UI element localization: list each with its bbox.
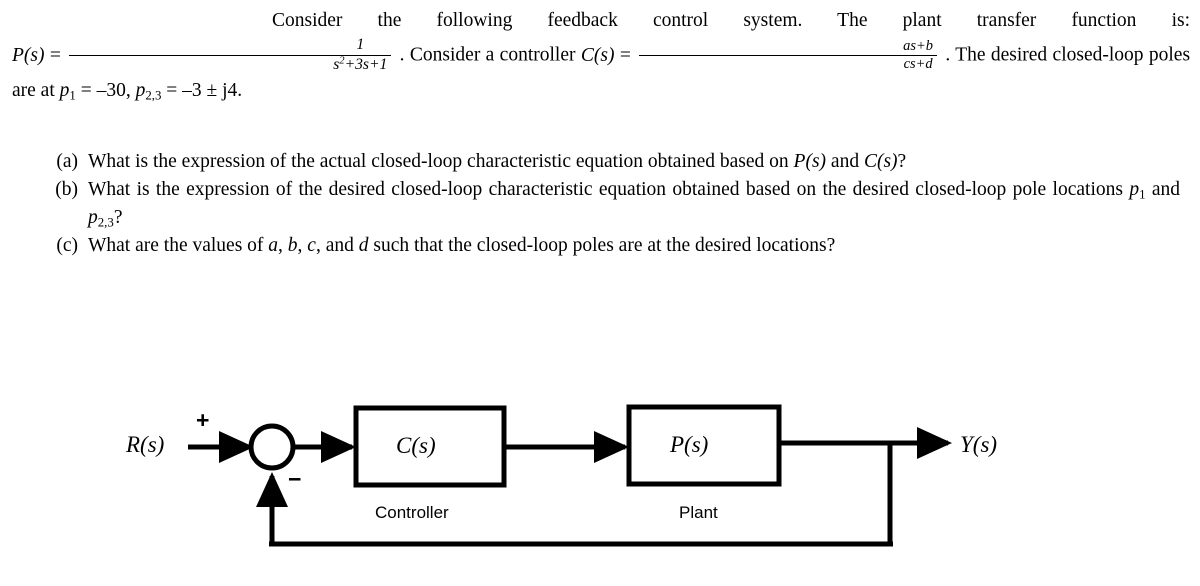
question-a-symbol-plant: P(s) [793,151,827,172]
question-b-label: (b) [55,179,78,200]
plant-transfer-function: P(s) = 1 s2+3s+1 [12,36,400,73]
summing-plus-sign: + [196,407,210,433]
question-c-var-b: b [287,235,298,256]
question-item-b: (b) What is the expression of the desire… [50,176,1180,232]
question-c-text-after: such that the closed-loop poles are at t… [368,235,836,256]
pole-23-subscript: 2,3 [145,88,162,103]
pole-23-assignment: p2,3 = –3 ± j4. [135,79,243,103]
block-diagram-svg [188,404,953,547]
question-b-text-after: ? [113,207,123,228]
question-a-label: (a) [56,151,78,172]
question-c-text-conj: , and [315,235,359,256]
question-b-body: What is the expression of the desired cl… [88,176,1180,232]
statement-intro: Consider the following feedback control … [272,10,1190,31]
controller-numerator: as+b [639,38,937,57]
output-label: Y(s) [960,432,998,457]
input-label: R(s) [126,432,165,457]
controller-denominator: cs+d [903,56,933,73]
pole-23-symbol: p [135,79,146,101]
pole-1-subscript: 1 [69,88,76,103]
plant-numerator: 1 [69,36,392,56]
question-b-symbol-p1: p [1129,179,1140,200]
question-c-text-before: What are the values of [88,235,269,256]
question-b-text-mid: and [1145,179,1181,200]
period-after-plant: . [399,44,405,66]
plant-denominator: s2+3s+1 [69,56,391,74]
question-c-sep-1: , [278,235,288,256]
period-after-controller: . [945,44,951,66]
question-a-text-mid: and [826,151,864,172]
block-diagram: R(s) + − C(s) Controller P(s) Plant Y(s) [0,380,1200,581]
question-a-text-after: ? [897,151,907,172]
plant-block-symbol: P(s) [670,432,709,457]
question-list: (a) What is the expression of the actual… [50,148,1180,260]
controller-symbol: C(s) [580,44,615,66]
equals-sign-pole-23: = [166,79,178,101]
equals-sign-pole-1: = [80,79,92,101]
question-b-sub-p23: 2,3 [97,215,114,230]
question-b-pole-1: p1 [1129,179,1145,201]
plant-symbol: P(s) [12,44,45,66]
question-a-body: What is the expression of the actual clo… [88,148,1180,176]
pole-23-value: –3 ± j4. [182,79,243,101]
controller-block-symbol: C(s) [396,433,436,458]
problem-statement: Consider the following feedback control … [12,4,1190,107]
question-item-c: (c) What are the values of a, b, c, and … [50,232,1180,260]
plant-denominator-rest: +3s+1 [344,55,388,73]
controller-phrase: Consider a controller [409,44,576,66]
question-a-symbol-controller: C(s) [863,151,898,172]
question-c-label: (c) [56,235,78,256]
equals-sign-plant: = [49,44,61,66]
controller-block-caption: Controller [375,503,449,522]
plant-fraction: 1 s2+3s+1 [69,36,392,74]
pole-1-symbol: p [59,79,70,101]
question-b-pole-23: p2,3 [88,207,114,230]
pole-1-assignment: p1 = –30, [59,79,131,103]
summing-minus-sign: − [288,466,302,492]
question-c-body: What are the values of a, b, c, and d su… [88,232,1180,260]
question-c-sep-2: , [297,235,308,256]
question-b-symbol-p23: p [88,207,98,228]
question-c-var-c: c [307,235,316,256]
equals-sign-controller: = [619,44,631,66]
question-b-text-before: What is the expression of the desired cl… [88,179,1130,200]
pole-1-value: –30, [96,79,131,101]
question-item-a: (a) What is the expression of the actual… [50,148,1180,176]
controller-transfer-function: C(s) = as+b cs+d [580,38,945,72]
question-c-var-a: a [268,235,279,256]
question-a-text-before: What is the expression of the actual clo… [88,151,794,172]
plant-block-caption: Plant [679,503,718,522]
summing-junction [248,423,296,471]
controller-fraction: as+b cs+d [639,38,937,73]
